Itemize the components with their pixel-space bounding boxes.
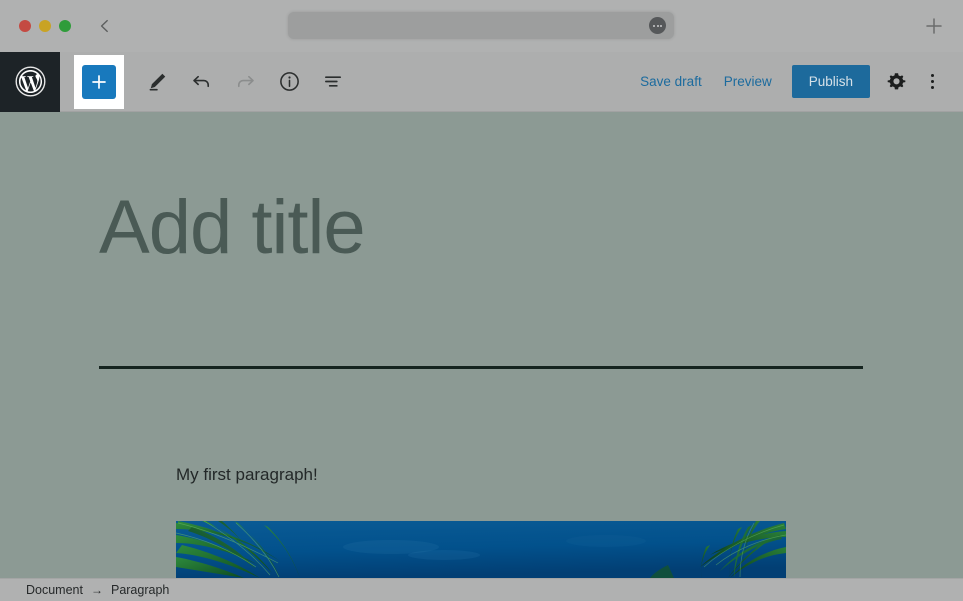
- palm-tree-image[interactable]: [176, 521, 786, 578]
- wordpress-logo-icon: [15, 66, 45, 97]
- close-window-button[interactable]: [19, 20, 31, 32]
- editor-right-tools: Save draft Preview Publish: [629, 65, 963, 99]
- undo-button[interactable]: [184, 65, 218, 99]
- preview-button[interactable]: Preview: [713, 66, 783, 97]
- paragraph-block[interactable]: My first paragraph!: [176, 462, 318, 488]
- chevron-left-icon: [100, 19, 108, 33]
- minimize-window-button[interactable]: [39, 20, 51, 32]
- info-icon: [279, 72, 299, 91]
- new-tab-button[interactable]: [922, 14, 946, 38]
- back-button[interactable]: [94, 15, 116, 37]
- status-bar: Document → Paragraph: [0, 578, 963, 601]
- settings-button[interactable]: [879, 65, 913, 99]
- editor-canvas: Add title My first paragraph!: [0, 112, 963, 578]
- details-button[interactable]: [272, 65, 306, 99]
- breadcrumb-separator-icon: →: [90, 583, 103, 597]
- redo-button[interactable]: [228, 65, 262, 99]
- redo-icon: [237, 75, 254, 88]
- maximize-window-button[interactable]: [59, 20, 71, 32]
- plus-icon: [92, 74, 106, 89]
- editor-header-toolbar: Save draft Preview Publish: [0, 51, 963, 112]
- block-inserter-button[interactable]: [82, 64, 116, 99]
- more-options-button[interactable]: [915, 65, 949, 99]
- kebab-menu-icon: [930, 74, 934, 89]
- tools-mode-button[interactable]: [140, 65, 174, 99]
- publish-button[interactable]: Publish: [791, 65, 870, 98]
- window-controls: [19, 20, 71, 32]
- browser-chrome: [0, 0, 963, 52]
- browser-window: Save draft Preview Publish Add title My …: [0, 0, 963, 601]
- breadcrumb-item-paragraph[interactable]: Paragraph: [111, 583, 169, 597]
- wordpress-home-button[interactable]: [0, 51, 60, 112]
- gear-icon: [887, 73, 905, 90]
- editor-left-tools: [60, 52, 350, 112]
- ellipsis-icon[interactable]: [649, 17, 666, 34]
- list-view-button[interactable]: [316, 65, 350, 99]
- palm-tree-image-graphic: [176, 521, 786, 578]
- post-title-input[interactable]: Add title: [99, 190, 366, 266]
- block-inserter-focus-ring: [74, 54, 124, 109]
- title-divider: [99, 366, 863, 369]
- save-draft-button[interactable]: Save draft: [629, 66, 713, 97]
- plus-icon: [926, 18, 942, 34]
- address-bar[interactable]: [288, 12, 674, 39]
- pencil-icon: [149, 73, 165, 91]
- breadcrumb-item-document[interactable]: Document: [26, 583, 83, 597]
- list-view-icon: [324, 76, 341, 87]
- undo-icon: [192, 75, 209, 88]
- breadcrumb: Document → Paragraph: [26, 583, 169, 597]
